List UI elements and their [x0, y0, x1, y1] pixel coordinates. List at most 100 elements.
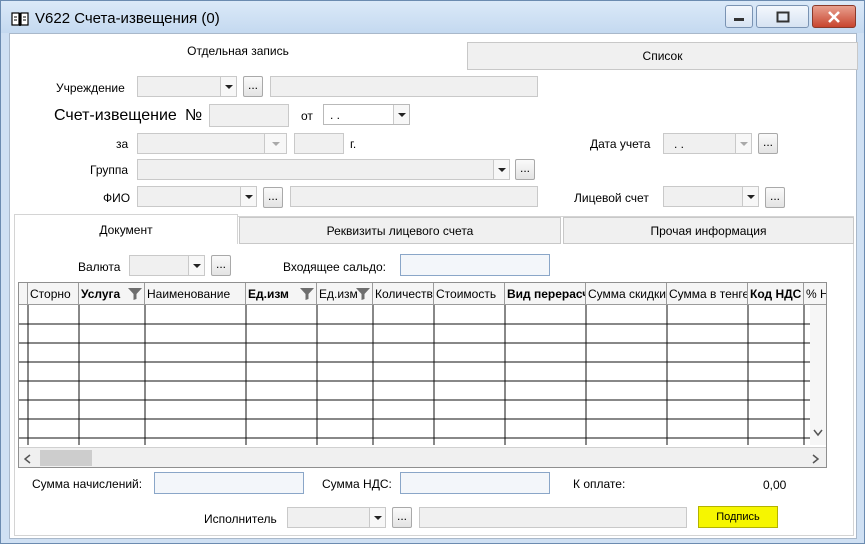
chevron-down-icon[interactable]	[264, 134, 286, 153]
close-button[interactable]	[812, 5, 856, 28]
book-icon	[11, 12, 29, 26]
column-header-label: Наименование	[147, 287, 231, 301]
chevron-down-icon[interactable]	[240, 187, 256, 206]
chevron-down-icon[interactable]	[742, 187, 758, 206]
currency-select-button[interactable]: ...	[211, 255, 231, 276]
column-header[interactable]: Вид перерасчета	[505, 283, 586, 305]
filter-icon[interactable]	[356, 288, 370, 300]
group-select-button[interactable]: ...	[515, 159, 535, 180]
maximize-button[interactable]	[756, 5, 809, 28]
grid-row-indicator-header	[19, 283, 28, 305]
grid-header: Сторно Услуга Наименование Ед.изм Ед.изм Коли…	[19, 283, 826, 305]
fio-name-field	[290, 186, 538, 207]
tab-label: Список	[642, 49, 683, 63]
currency-combo[interactable]	[129, 255, 205, 276]
column-header-label: Сумма скидки	[588, 287, 666, 301]
column-header[interactable]: Услуга	[79, 283, 145, 305]
window-title: V622 Счета-извещения (0)	[35, 10, 220, 27]
personal-account-label: Лицевой счет	[574, 191, 649, 205]
close-icon	[828, 10, 840, 23]
incoming-balance-field	[400, 254, 550, 276]
chevron-down-icon[interactable]	[393, 105, 409, 124]
column-header-label: Ед.изм	[248, 287, 289, 301]
app-window: V622 Счета-извещения (0) Отдельная запис…	[0, 0, 865, 544]
invoice-date-picker[interactable]: . .	[323, 104, 410, 125]
institution-code-combo[interactable]	[137, 76, 237, 97]
invoice-number-input[interactable]	[209, 104, 289, 127]
period-year-input[interactable]	[294, 133, 344, 154]
column-header[interactable]: Количество	[373, 283, 434, 305]
column-header-label: Сумма в тенге	[669, 287, 748, 301]
accounting-date-label: Дата учета	[590, 137, 651, 151]
tab-label: Реквизиты лицевого счета	[326, 223, 474, 238]
invoice-date-value: . .	[330, 108, 341, 122]
filter-icon[interactable]	[128, 288, 142, 300]
minimize-icon	[734, 17, 744, 21]
fio-combo[interactable]	[137, 186, 257, 207]
accruals-label: Сумма начислений:	[32, 477, 143, 491]
executor-name-field	[419, 507, 687, 528]
maximize-icon	[776, 11, 789, 22]
chevron-down-icon[interactable]	[220, 77, 236, 96]
tab-document[interactable]: Документ	[14, 214, 238, 244]
minimize-button[interactable]	[725, 5, 753, 28]
period-label: за	[116, 137, 129, 151]
column-header[interactable]: Ед.изм	[246, 283, 317, 305]
column-header-label: Количество	[375, 287, 434, 301]
column-header[interactable]: Код НДС	[748, 283, 804, 305]
executor-select-button[interactable]: ...	[392, 507, 412, 528]
group-label: Группа	[90, 163, 129, 177]
horizontal-scroll-thumb[interactable]	[40, 450, 92, 466]
tab-account-details[interactable]: Реквизиты лицевого счета	[239, 217, 561, 244]
column-header[interactable]: Наименование	[145, 283, 246, 305]
chevron-left-icon[interactable]	[24, 454, 32, 464]
period-month-combo[interactable]	[137, 133, 287, 154]
horizontal-scrollbar[interactable]	[19, 447, 826, 467]
column-header[interactable]: Стоимость	[434, 283, 505, 305]
date-from-label: от	[301, 109, 313, 123]
sign-button[interactable]: Подпись	[698, 506, 778, 528]
group-combo[interactable]	[137, 159, 510, 180]
services-grid[interactable]: Сторно Услуга Наименование Ед.изм Ед.изм Коли…	[18, 282, 827, 468]
tab-label: Прочая информация	[650, 223, 767, 238]
accounting-date-picker[interactable]: . .	[663, 133, 752, 154]
number-label: №	[185, 107, 203, 124]
invoice-label: Счет-извещение	[54, 107, 177, 124]
personal-account-combo[interactable]	[663, 186, 759, 207]
chevron-down-icon[interactable]	[188, 256, 204, 275]
executor-label: Исполнитель	[204, 512, 277, 526]
column-header-label: Ед.изм	[319, 287, 358, 301]
fio-label: ФИО	[103, 191, 131, 205]
personal-account-button[interactable]: ...	[765, 187, 785, 208]
chevron-down-icon[interactable]	[493, 160, 509, 179]
institution-select-button[interactable]: ...	[243, 76, 263, 97]
currency-label: Валюта	[78, 260, 121, 274]
main-panel: Отдельная запись Список Учреждение ... С…	[9, 33, 858, 539]
chevron-down-icon[interactable]	[369, 508, 385, 527]
chevron-down-icon[interactable]	[735, 134, 751, 153]
incoming-balance-label: Входящее сальдо:	[283, 260, 387, 274]
column-header-label: Услуга	[81, 287, 121, 301]
column-header[interactable]: Сумма скидки	[586, 283, 667, 305]
chevron-down-icon[interactable]	[813, 429, 823, 437]
column-header[interactable]: Ед.изм	[317, 283, 373, 305]
column-header[interactable]: Сторно	[28, 283, 79, 305]
vat-field	[400, 472, 550, 494]
filter-icon[interactable]	[300, 288, 314, 300]
column-header-label: % НДС	[806, 287, 826, 301]
column-header[interactable]: % НДС	[804, 283, 826, 305]
to-pay-value: 0,00	[763, 478, 787, 492]
fio-select-button[interactable]: ...	[263, 187, 283, 208]
tab-list[interactable]: Список	[467, 42, 858, 70]
tab-other-info[interactable]: Прочая информация	[563, 217, 854, 244]
tab-single-record[interactable]: Отдельная запись	[10, 34, 466, 68]
accruals-field	[154, 472, 304, 494]
title-bar: V622 Счета-извещения (0)	[1, 1, 864, 33]
vertical-scrollbar[interactable]	[810, 305, 826, 445]
column-header[interactable]: Сумма в тенге	[667, 283, 748, 305]
executor-combo[interactable]	[287, 507, 386, 528]
institution-name-field	[270, 76, 538, 97]
chevron-right-icon[interactable]	[812, 454, 820, 464]
accounting-date-button[interactable]: ...	[758, 133, 778, 154]
grid-lines	[19, 305, 810, 445]
